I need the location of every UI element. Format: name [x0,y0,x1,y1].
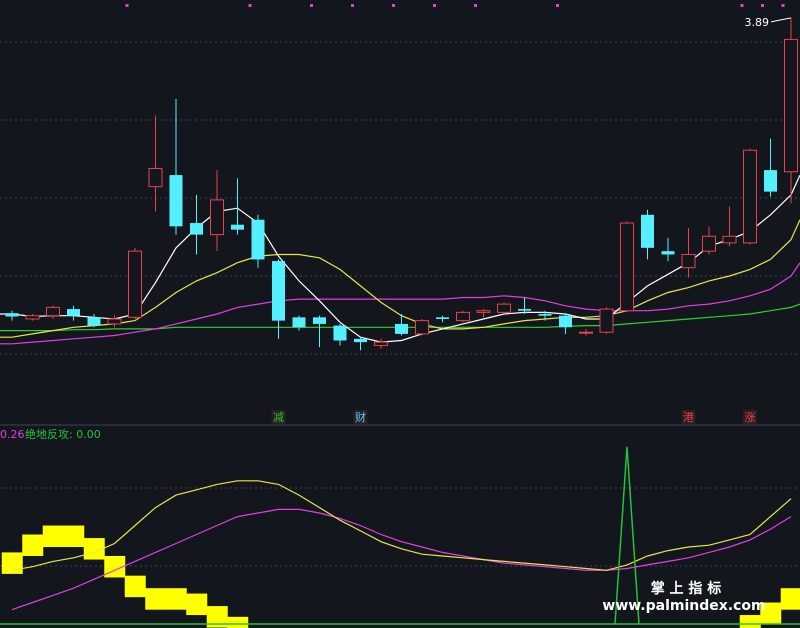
top-marker-dot [433,4,436,7]
candle-body [538,314,552,316]
event-marker: 港 [681,410,696,424]
candle [743,148,757,245]
top-marker-dot [125,4,129,7]
stock-chart: 3.89 减 财 港 涨 0.26 绝地反攻: 0.00 掌 上 指 标 www.pa… [0,0,800,628]
candle-body [559,315,572,328]
candle-body [46,306,60,317]
top-marker-dot [556,4,559,7]
indicator-bar [124,575,146,598]
indicator-legend-label: 绝地反攻: 0.00 [25,427,101,441]
candle-body [436,317,449,319]
candle-body [415,320,429,335]
candle-body [722,235,737,244]
candle-body [476,310,491,313]
indicator-bar [22,534,44,556]
event-marker: 财 [353,410,368,424]
candle-body [292,317,306,328]
event-marker-label: 财 [355,410,366,424]
candle-body [25,315,40,320]
top-marker-dot [761,4,764,7]
watermark-url: www.palmindex.com [602,598,765,614]
indicator-bar [780,588,800,610]
candle-body [67,309,80,316]
watermark-title: 掌 上 指 标 [651,580,722,597]
indicator-bar [186,593,208,616]
candle-body [128,250,142,318]
candle-body [395,323,408,334]
candle-body [784,38,798,173]
top-marker-dot [740,4,744,7]
candle [497,302,511,315]
event-marker: 减 [271,410,286,424]
candle-body [210,199,224,236]
candle-body [374,341,388,346]
candle-body [681,253,696,269]
candle-body [620,222,634,312]
candle-body [87,317,101,326]
top-marker-dot [781,4,785,7]
top-marker-dot [351,4,354,7]
top-marker-dot [248,4,252,7]
candle-body [107,318,122,325]
top-marker-dot [392,4,395,7]
candle-body [456,311,470,322]
candle-body [272,261,285,321]
candle-body [148,167,163,188]
indicator-bar [145,588,167,610]
max-price-label: 3.89 [745,16,770,29]
candle-body [599,308,614,333]
event-marker-label: 港 [683,411,694,424]
candle [415,318,429,336]
event-marker-label: 减 [273,411,284,424]
candle-body [169,175,183,227]
candle [599,307,614,334]
top-marker-dot [474,4,477,7]
candle-body [251,219,265,260]
candle-body [231,224,244,230]
candle-body [190,223,203,235]
indicator-bar [63,525,85,548]
chart-background [0,0,800,628]
candle-body [702,235,716,252]
candle-body [661,251,675,255]
candle [620,221,634,313]
top-marker-dot [310,4,313,7]
candle-body [743,149,757,244]
candle-body [313,317,326,324]
event-marker-label: 涨 [745,411,756,424]
indicator-bar [42,525,64,548]
candle-body [5,313,19,317]
candle-body [764,170,777,192]
candle [456,310,470,323]
candle [128,247,142,319]
indicator-bar [739,615,761,628]
indicator-legend-value: 0.26 [0,428,25,441]
candle-body [579,331,593,334]
candle-body [641,214,654,248]
indicator-legend: 0.26 绝地反攻: 0.00 [0,427,101,441]
candle-body [497,303,511,313]
candle-body [518,309,531,311]
candle-body [354,338,367,343]
indicator-bar [165,588,187,610]
candle-body [333,325,347,341]
event-marker: 涨 [743,410,757,424]
indicator-bar [227,616,249,628]
